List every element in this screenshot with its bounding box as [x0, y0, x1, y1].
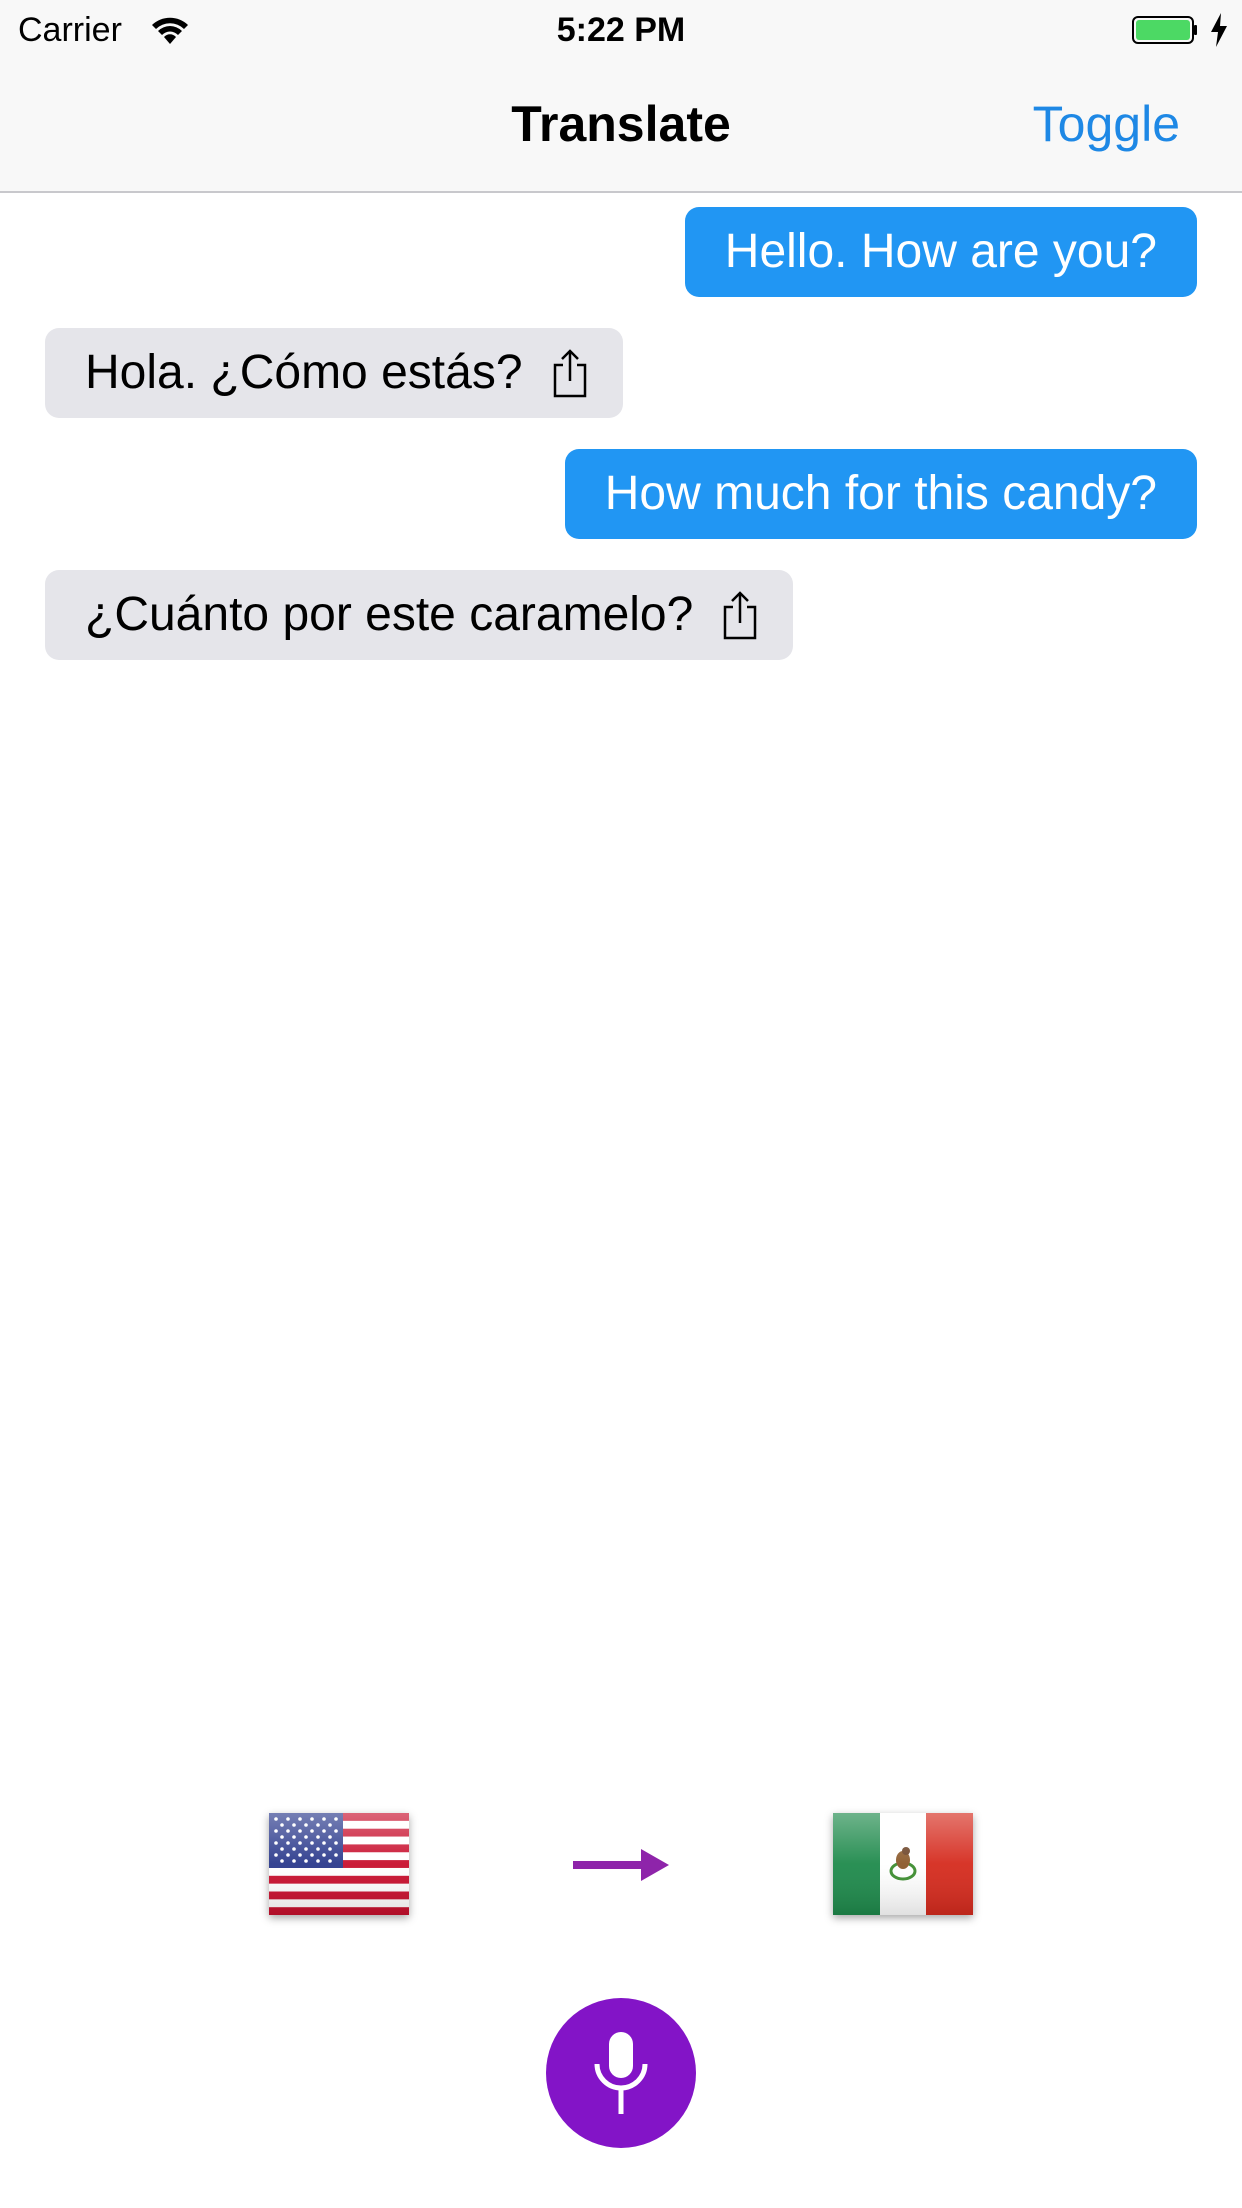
mexico-flag-icon[interactable] — [833, 1813, 973, 1915]
status-time: 5:22 PM — [556, 11, 686, 49]
arrow-right-icon — [573, 1849, 669, 1881]
us-flag-icon[interactable] — [269, 1813, 409, 1915]
battery-icon — [1132, 16, 1197, 44]
charging-bolt-icon — [1211, 13, 1227, 47]
status-bar: Carrier 5:22 PM — [0, 0, 1242, 60]
message-text: Hello. How are you? — [724, 225, 1157, 278]
incoming-message: Hola. ¿Cómo estás? — [45, 328, 623, 418]
message-text: ¿Cuánto por este caramelo? — [85, 588, 694, 641]
share-icon[interactable] — [551, 348, 589, 398]
toggle-button[interactable]: Toggle — [1033, 96, 1180, 152]
outgoing-message: Hello. How are you? — [684, 207, 1197, 297]
incoming-message: ¿Cuánto por este caramelo? — [45, 570, 794, 660]
microphone-button[interactable] — [546, 1998, 696, 2148]
outgoing-message: How much for this candy? — [564, 449, 1197, 539]
message-text: How much for this candy? — [604, 467, 1157, 520]
share-icon[interactable] — [721, 590, 759, 640]
navigation-bar: Translate Toggle — [0, 60, 1242, 193]
message-list: Hello. How are you? Hola. ¿Cómo estás? H… — [0, 193, 1242, 1693]
microphone-icon — [594, 2032, 648, 2114]
message-text: Hola. ¿Cómo estás? — [85, 346, 523, 399]
